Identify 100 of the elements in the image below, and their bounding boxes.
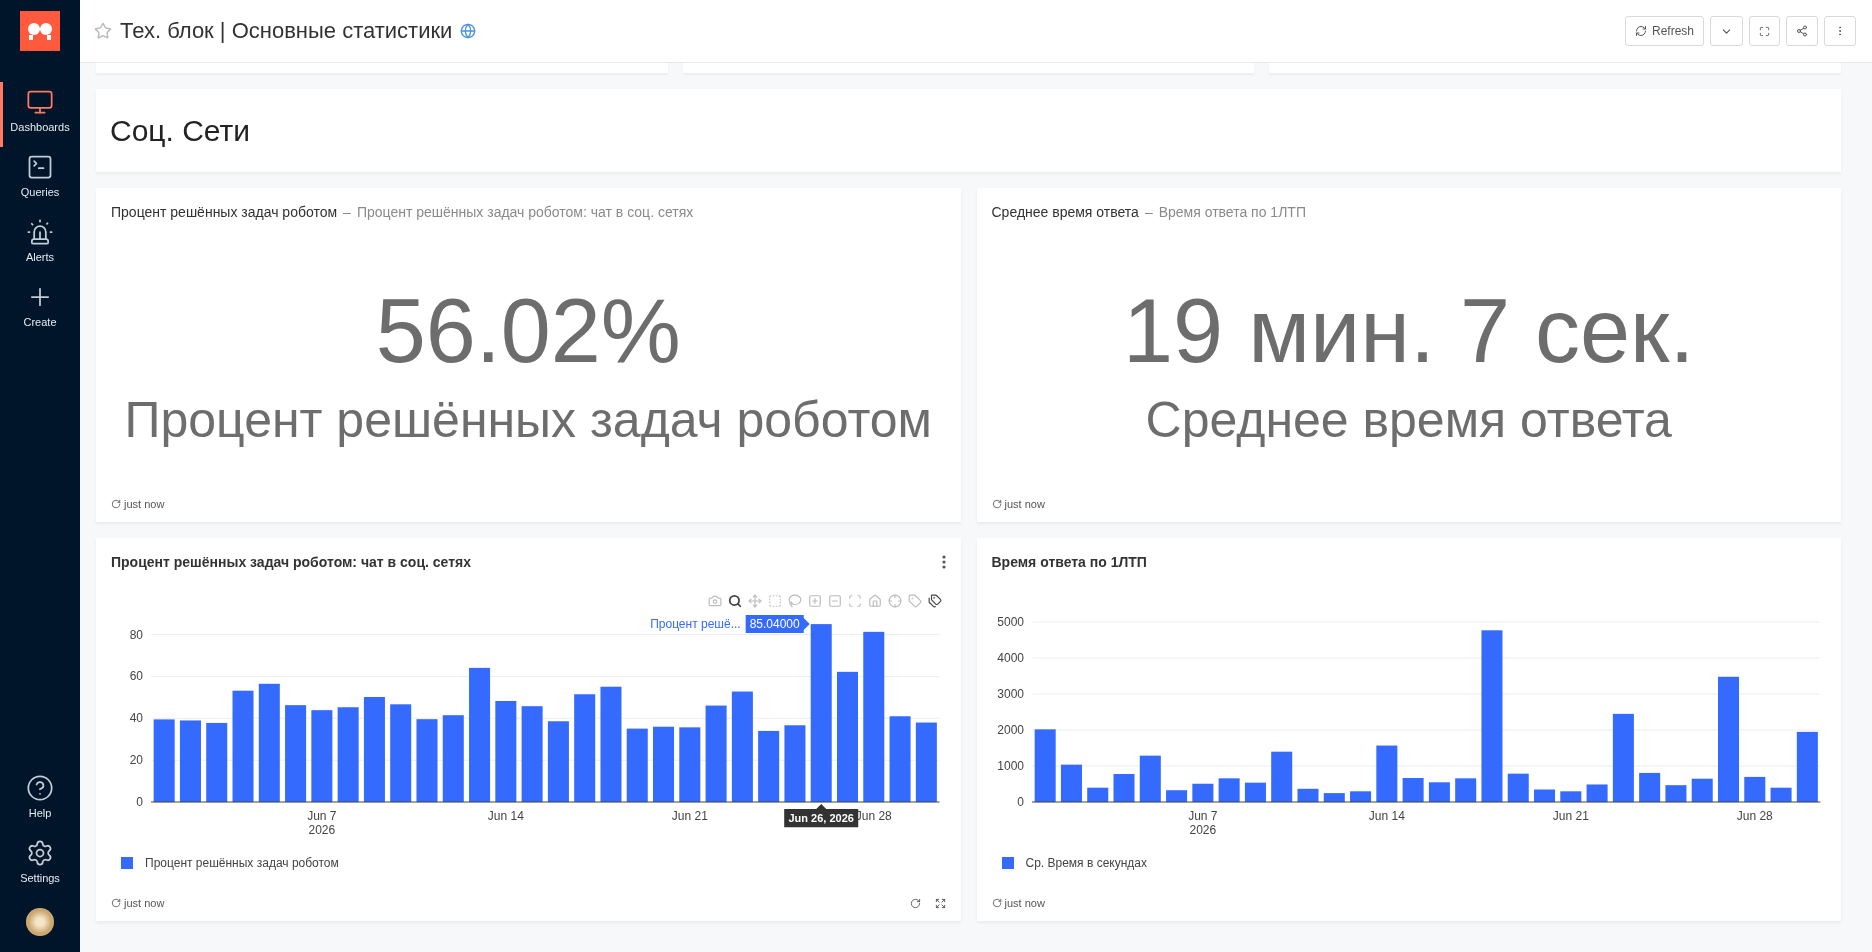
bar <box>1507 773 1529 803</box>
avatar[interactable] <box>26 908 54 936</box>
bar <box>1270 751 1292 803</box>
legend-label: Ср. Время в секундах <box>1025 856 1147 871</box>
zoom-in-icon[interactable] <box>807 594 822 608</box>
more-button[interactable] <box>941 555 946 569</box>
axis-tick-label: Jun 21 <box>671 809 708 824</box>
logo-icon <box>20 11 60 51</box>
refresh-icon <box>991 898 1002 908</box>
updated-time: just now <box>1004 897 1045 909</box>
axis-tick-label: 0 <box>136 795 143 810</box>
fullscreen-button[interactable] <box>1749 16 1780 46</box>
axis-tick-label: 80 <box>129 627 143 642</box>
box-select-icon[interactable] <box>767 594 782 608</box>
lasso-icon[interactable] <box>787 594 802 608</box>
separator: – <box>1144 204 1153 220</box>
zoom-out-icon[interactable] <box>827 594 842 608</box>
bar <box>1796 731 1818 803</box>
bar <box>1113 774 1135 803</box>
share-button[interactable] <box>1786 16 1818 46</box>
axis-tick-label: 2000 <box>996 723 1024 738</box>
counter-label: Процент решённых задач роботом <box>123 392 933 448</box>
refresh-button[interactable]: Refresh <box>1624 16 1704 46</box>
refresh-icon <box>1634 25 1647 37</box>
axis-tick-label: 60 <box>129 669 143 684</box>
bar <box>1297 788 1318 803</box>
refresh-icon[interactable] <box>909 897 921 909</box>
siren-icon <box>26 218 54 246</box>
sidebar-item[interactable]: Help <box>0 768 77 833</box>
axis-tick-label: Jun 21 <box>1552 809 1589 824</box>
widget-title: Время ответа по 1ЛТП <box>991 554 1148 570</box>
updated-time: just now <box>124 498 165 510</box>
bar <box>1586 784 1608 803</box>
hover-date-label: Jun 26, 2026 <box>784 804 859 828</box>
camera-icon[interactable] <box>707 594 722 608</box>
widget-subtitle: Процент решённых задач роботом: чат в соц. сетях <box>356 204 694 220</box>
autoscale-icon[interactable] <box>847 594 862 608</box>
sidebar-item[interactable]: Dashboards <box>0 82 77 147</box>
counter-label: Среднее время ответа <box>1144 392 1673 448</box>
monitor-icon <box>26 88 54 116</box>
sidebar-item[interactable]: Queries <box>0 147 77 212</box>
bar <box>1428 782 1450 803</box>
bar <box>1060 764 1082 803</box>
legend-label: Процент решённых задач роботом <box>145 856 339 871</box>
fullscreen-icon <box>1759 25 1770 37</box>
bar <box>1638 772 1660 803</box>
axis-tick-label: Jun 7 2026 <box>1187 809 1218 838</box>
sidebar-item[interactable]: Settings <box>0 833 77 898</box>
pan-icon[interactable] <box>747 594 762 608</box>
counter-value: 56.02% <box>374 284 682 379</box>
bar <box>1375 745 1397 803</box>
tags-icon[interactable] <box>927 594 942 608</box>
sidebar-item[interactable]: Create <box>0 277 77 342</box>
settings-icon <box>26 839 54 867</box>
terminal-icon <box>26 153 54 181</box>
axis-tick-label: 1000 <box>996 759 1024 774</box>
home-icon[interactable] <box>867 594 882 608</box>
bar <box>1218 778 1240 803</box>
axis-tick-label: 4000 <box>996 651 1024 666</box>
crosshair-icon[interactable] <box>887 594 902 608</box>
updated-time: just now <box>1004 498 1045 510</box>
bar <box>1402 778 1424 803</box>
bar <box>1165 790 1187 803</box>
axis-tick-label: 0 <box>1016 795 1024 810</box>
axis-tick-label: 40 <box>129 711 143 726</box>
bar <box>1743 776 1765 803</box>
dropdown-button[interactable] <box>1710 16 1743 46</box>
axis-tick-label: Jun 14 <box>1368 809 1405 824</box>
bar <box>1454 778 1476 803</box>
section-title: Соц. Сети <box>110 113 251 148</box>
widget-title: Процент решённых задач роботом: чат в соц. сетях <box>111 554 472 570</box>
more-icon <box>941 555 946 569</box>
bar <box>1139 755 1161 803</box>
sidebar-item[interactable]: Alerts <box>0 212 77 277</box>
bar <box>1244 782 1266 803</box>
axis-tick-label: Jun 28 <box>1736 809 1773 824</box>
bar <box>1691 778 1713 803</box>
star-icon[interactable] <box>94 22 112 40</box>
updated-time: just now <box>124 897 165 909</box>
axis-tick-label: 20 <box>129 753 143 768</box>
refresh-icon <box>991 499 1002 509</box>
axis-tick-label: Jun 7 2026 <box>307 809 337 838</box>
zoom-icon[interactable] <box>727 594 742 608</box>
refresh-icon <box>111 898 121 908</box>
separator: – <box>343 204 351 220</box>
expand-icon[interactable] <box>934 897 946 909</box>
widget-subtitle: Время ответа по 1ЛТП <box>1158 204 1306 220</box>
share-icon <box>1796 25 1808 37</box>
hover-value-label: 85.04000 <box>745 615 810 634</box>
axis-tick-label: 3000 <box>996 687 1024 702</box>
annotation: 85.04000 <box>749 617 801 632</box>
bar <box>1323 793 1345 803</box>
tag-icon[interactable] <box>907 594 922 608</box>
bar <box>1559 791 1581 803</box>
bar <box>1349 791 1371 803</box>
axis-tick-label: Jun 14 <box>487 809 524 824</box>
refresh-icon <box>111 499 121 509</box>
hover-series-label: Процент решё... <box>650 617 741 632</box>
dashboard-title: Тех. блок | Основные статистики <box>120 18 453 44</box>
widget-title: Процент решённых задач роботом <box>111 204 338 220</box>
